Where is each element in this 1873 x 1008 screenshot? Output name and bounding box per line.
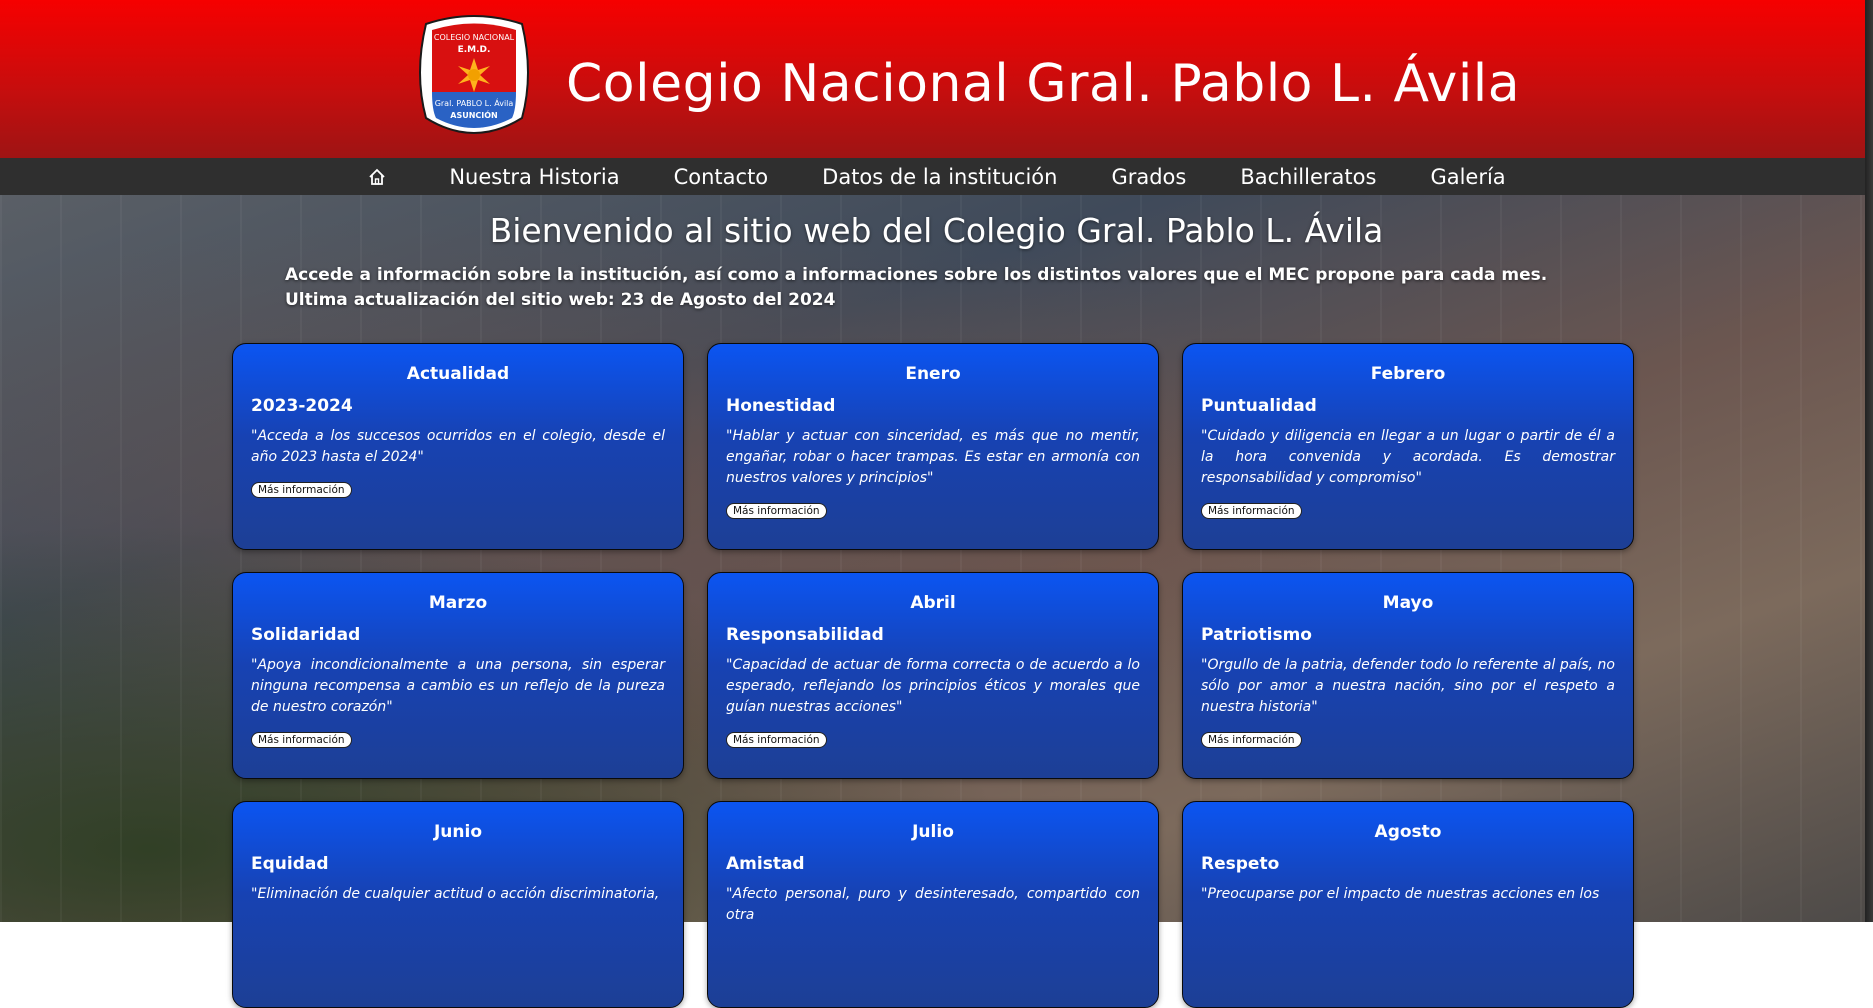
card-agosto: Agosto Respeto "Preocuparse por el impac… — [1182, 801, 1634, 1008]
card-mayo: Mayo Patriotismo "Orgullo de la patria, … — [1182, 572, 1634, 779]
card-marzo: Marzo Solidaridad "Apoya incondicionalme… — [232, 572, 684, 779]
svg-text:COLEGIO NACIONAL: COLEGIO NACIONAL — [434, 33, 515, 42]
card-title: Mayo — [1382, 593, 1434, 613]
card-value: Puntualidad — [1201, 396, 1317, 416]
nav-galeria[interactable]: Galería — [1430, 165, 1505, 189]
svg-text:E.M.D.: E.M.D. — [458, 45, 491, 55]
site-title: Colegio Nacional Gral. Pablo L. Ávila — [566, 54, 1521, 114]
more-info-button[interactable]: Más información — [726, 732, 827, 748]
card-value: Amistad — [726, 854, 805, 874]
more-info-button[interactable]: Más información — [251, 482, 352, 498]
nav-nuestra-historia[interactable]: Nuestra Historia — [449, 165, 619, 189]
card-title: Actualidad — [406, 364, 510, 384]
card-abril: Abril Responsabilidad "Capacidad de actu… — [707, 572, 1159, 779]
card-description: "Eliminación de cualquier actitud o acci… — [251, 886, 660, 902]
card-description: "Afecto personal, puro y desinteresado, … — [726, 886, 1140, 923]
nav-grados[interactable]: Grados — [1111, 165, 1186, 189]
card-title: Junio — [433, 822, 483, 842]
school-logo[interactable]: COLEGIO NACIONAL E.M.D. Gral. PABLO L. Á… — [412, 14, 536, 142]
card-actualidad: Actualidad 2023-2024 "Acceda a los succe… — [232, 343, 684, 550]
value-cards-grid: Actualidad 2023-2024 "Acceda a los succe… — [232, 343, 1634, 1008]
nav-bachilleratos[interactable]: Bachilleratos — [1240, 165, 1376, 189]
card-value: 2023-2024 — [251, 396, 353, 416]
more-info-button[interactable]: Más información — [726, 503, 827, 519]
card-description: "Cuidado y diligencia en llegar a un lug… — [1201, 428, 1615, 486]
card-description: "Orgullo de la patria, defender todo lo … — [1201, 657, 1615, 715]
card-description: "Apoya incondicionalmente a una persona,… — [251, 657, 665, 715]
site-header: COLEGIO NACIONAL E.M.D. Gral. PABLO L. Á… — [0, 0, 1873, 158]
card-value: Equidad — [251, 854, 329, 874]
card-febrero: Febrero Puntualidad "Cuidado y diligenci… — [1182, 343, 1634, 550]
card-description: "Preocuparse por el impacto de nuestras … — [1201, 886, 1600, 902]
card-title: Febrero — [1370, 364, 1446, 384]
card-value: Solidaridad — [251, 625, 361, 645]
card-junio: Junio Equidad "Eliminación de cualquier … — [232, 801, 684, 1008]
card-title: Abril — [910, 593, 956, 613]
card-description: "Hablar y actuar con sinceridad, es más … — [726, 428, 1140, 486]
home-icon — [369, 168, 385, 185]
nav-home[interactable] — [367, 167, 395, 187]
more-info-button[interactable]: Más información — [1201, 732, 1302, 748]
svg-text:ASUNCIÓN: ASUNCIÓN — [450, 109, 498, 120]
nav-datos-institucion[interactable]: Datos de la institución — [822, 165, 1057, 189]
intro-text: Accede a información sobre la institució… — [285, 265, 1548, 310]
card-description: "Capacidad de actuar de forma correcta o… — [726, 657, 1140, 715]
more-info-button[interactable]: Más información — [251, 732, 352, 748]
card-title: Enero — [905, 364, 961, 384]
card-value: Responsabilidad — [726, 625, 884, 645]
card-value: Honestidad — [726, 396, 836, 416]
welcome-heading: Bienvenido al sitio web del Colegio Gral… — [489, 211, 1384, 250]
card-title: Julio — [912, 822, 954, 842]
main-nav: Nuestra Historia Contacto Datos de la in… — [0, 158, 1873, 195]
card-enero: Enero Honestidad "Hablar y actuar con si… — [707, 343, 1159, 550]
svg-text:Gral. PABLO L. Ávila: Gral. PABLO L. Ávila — [435, 97, 514, 108]
card-julio: Julio Amistad "Afecto personal, puro y d… — [707, 801, 1159, 1008]
card-title: Marzo — [428, 593, 488, 613]
more-info-button[interactable]: Más información — [1201, 503, 1302, 519]
card-title: Agosto — [1374, 822, 1442, 842]
card-description: "Acceda a los succesos ocurridos en el c… — [251, 428, 665, 465]
window-edge — [1865, 0, 1873, 922]
card-value: Patriotismo — [1201, 625, 1312, 645]
nav-contacto[interactable]: Contacto — [674, 165, 769, 189]
card-value: Respeto — [1201, 854, 1280, 874]
